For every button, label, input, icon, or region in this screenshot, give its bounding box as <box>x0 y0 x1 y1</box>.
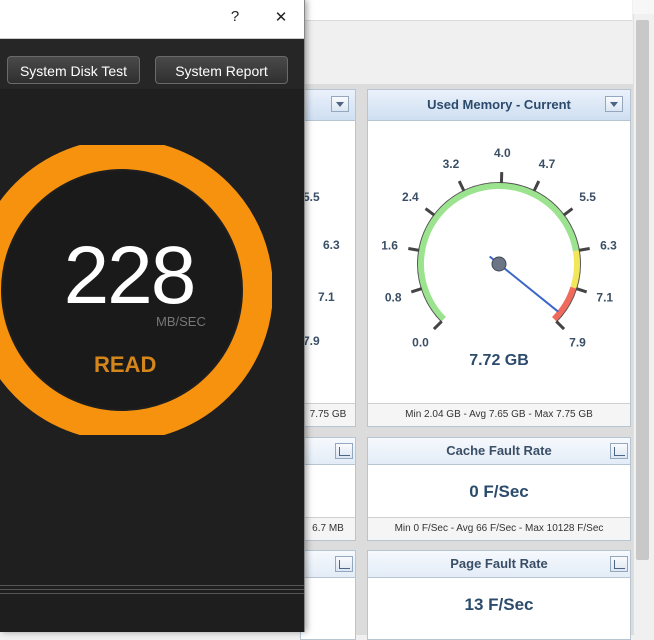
used-memory-gauge: 0.0 0.8 1.6 2.4 3.2 4.0 4.7 5.5 6.3 7.1 7.9 <box>368 122 630 352</box>
help-button[interactable]: ? <box>224 8 246 25</box>
panel-dropdown-button[interactable] <box>331 96 349 112</box>
tick-label: 6.3 <box>323 238 340 252</box>
tick-label: 5.5 <box>303 190 320 204</box>
gauge-tick <box>576 289 586 292</box>
gauge-yellow-band <box>573 251 577 288</box>
left-gauge-panel: 5.5 6.3 7.1 7.9 7.75 GB <box>300 89 356 427</box>
panel-chart-button[interactable] <box>610 556 628 572</box>
page-fault-title: Page Fault Rate <box>368 551 630 578</box>
gauge-tick <box>534 181 539 191</box>
chart-icon <box>339 447 350 456</box>
gauge-tick <box>426 209 435 216</box>
gauge-tick <box>411 289 421 292</box>
tick-label: 7.1 <box>318 290 335 304</box>
chart-icon <box>614 560 625 569</box>
gauge-tick <box>556 321 564 329</box>
used-memory-value: 7.72 GB <box>368 352 630 370</box>
left-bottom-panel <box>300 550 356 640</box>
disk-test-dialog: ? ✕ System Disk Test System Report 228 M… <box>0 0 305 632</box>
gauge-tick-label: 2.4 <box>402 190 419 204</box>
used-memory-title: Used Memory - Current <box>368 90 630 121</box>
system-disk-test-button[interactable]: System Disk Test <box>7 56 140 84</box>
gauge-tick-label: 3.2 <box>443 157 460 171</box>
gauge-tick-label: 0.0 <box>412 335 429 349</box>
speed-unit: MB/SEC <box>156 314 206 329</box>
gauge-tick-label: 1.6 <box>381 238 398 252</box>
panel-chart-button[interactable] <box>610 443 628 459</box>
gauge-tick-label: 4.0 <box>494 146 511 160</box>
gauge-tick-label: 6.3 <box>600 238 617 252</box>
system-report-button[interactable]: System Report <box>155 56 288 84</box>
chevron-down-icon <box>610 102 618 107</box>
cache-fault-value: 0 F/Sec <box>368 482 630 502</box>
tick-label: 7.9 <box>303 334 320 348</box>
divider-lines <box>0 582 304 596</box>
chart-icon <box>339 560 350 569</box>
gauge-tick-label: 4.7 <box>539 157 556 171</box>
chevron-down-icon <box>336 102 344 107</box>
test-mode-label: READ <box>94 352 156 378</box>
cache-fault-title: Cache Fault Rate <box>368 438 630 465</box>
gauge-tick-label: 7.1 <box>596 291 613 305</box>
scrollbar-thumb[interactable] <box>636 20 649 560</box>
gauge-tick <box>434 321 442 329</box>
panel-dropdown-button[interactable] <box>605 96 623 112</box>
left-gauge-footer: 7.75 GB <box>301 403 355 426</box>
used-memory-panel: Used Memory - Current 0.0 0.8 1.6 2.4 3.2 4.0… <box>367 89 631 427</box>
scroll-up-area[interactable] <box>633 0 654 14</box>
chart-icon <box>614 447 625 456</box>
gauge-tick <box>459 181 464 191</box>
gauge-green-band <box>421 186 576 319</box>
left-middle-footer: 6.7 MB <box>301 517 355 540</box>
gauge-tick-label: 5.5 <box>579 190 596 204</box>
left-middle-panel: 6.7 MB <box>300 437 356 541</box>
panel-chart-button[interactable] <box>335 556 353 572</box>
cache-fault-footer: Min 0 F/Sec - Avg 66 F/Sec - Max 10128 F… <box>368 517 630 540</box>
gauge-tick-label: 0.8 <box>385 291 402 305</box>
close-icon[interactable]: ✕ <box>270 8 292 26</box>
gauge-tick <box>564 209 573 216</box>
used-memory-footer: Min 2.04 GB - Avg 7.65 GB - Max 7.75 GB <box>368 403 630 426</box>
cache-fault-panel: Cache Fault Rate 0 F/Sec Min 0 F/Sec - A… <box>367 437 631 541</box>
page-fault-panel: Page Fault Rate 13 F/Sec <box>367 550 631 640</box>
gauge-hub <box>492 257 506 271</box>
page-fault-value: 13 F/Sec <box>368 595 630 615</box>
panel-chart-button[interactable] <box>335 443 353 459</box>
gauge-tick-label: 7.9 <box>569 335 586 349</box>
dialog-titlebar: ? ✕ <box>0 0 304 39</box>
gauge-outer-arc <box>418 183 580 321</box>
background-header-area <box>300 0 632 21</box>
gauge-tick <box>579 249 590 251</box>
speed-value: 228 <box>56 226 202 326</box>
gauge-tick <box>408 249 419 251</box>
